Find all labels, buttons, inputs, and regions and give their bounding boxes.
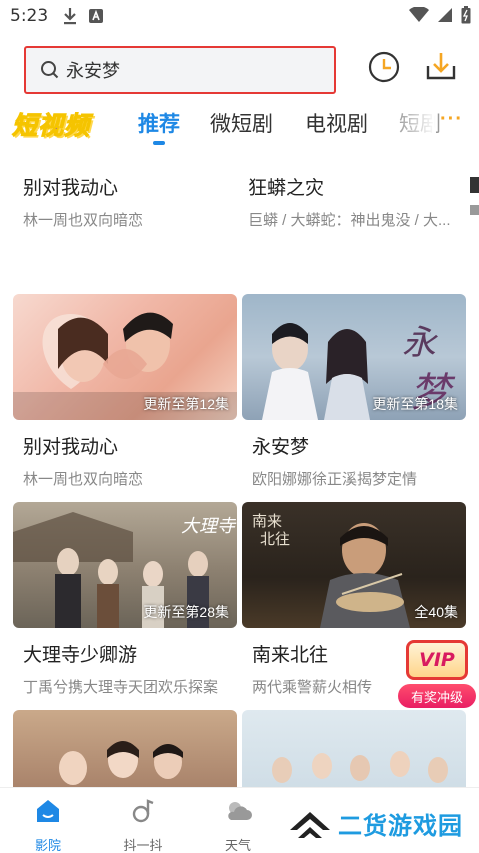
search-query: 永安梦 [66, 61, 120, 81]
nav-label: 抖一抖 [123, 838, 163, 853]
search-input[interactable]: 永安梦 [24, 46, 336, 94]
battery-icon [461, 6, 471, 29]
vip-promo[interactable]: VIP 有奖冲级 [398, 640, 476, 710]
watermark: 二货游戏园 [288, 806, 463, 841]
item-title: 别对我动心 [23, 178, 119, 199]
music-note-icon [132, 799, 154, 823]
video-thumbnail[interactable]: 南来 北往 全40集 [242, 502, 466, 628]
list-item[interactable]: 别对我动心 林一周也双向暗恋 [23, 173, 143, 230]
weather-cloud-icon [228, 802, 252, 820]
nav-label: 天气 [224, 838, 251, 853]
short-video-logo[interactable]: 短视频 [11, 106, 90, 142]
video-title: 永安梦 [252, 437, 310, 458]
watermark-text: 二货游戏园 [338, 813, 463, 840]
video-title: 别对我动心 [23, 437, 119, 458]
app-notification-icon [88, 8, 104, 24]
svg-text:大理寺: 大理寺 [181, 516, 237, 537]
video-thumbnail[interactable]: 大理寺 更新至第28集 [13, 502, 237, 628]
episode-badge: 更新至第28集 [143, 604, 229, 620]
nav-cinema[interactable]: 影院 [18, 796, 78, 853]
episode-badge: 更新至第12集 [143, 396, 229, 412]
svg-text:北往: 北往 [260, 530, 290, 548]
video-card[interactable]: 大理寺 更新至第28集 大理寺少卿游 丁禹兮携大理寺天团欢乐探案 [13, 502, 237, 697]
vip-badge: VIP [406, 640, 468, 680]
video-subtitle: 林一周也双向暗恋 [23, 471, 144, 488]
top-toolbar: 永安梦 [0, 46, 479, 96]
item-title: 狂蟒之灾 [248, 178, 325, 199]
svg-text:南来: 南来 [252, 512, 282, 530]
category-tabs: 短视频 推荐 微短剧 电视剧 短剧 ··· [0, 100, 479, 148]
episode-badge: 全40集 [414, 604, 458, 620]
signal-icon [437, 7, 453, 28]
wifi-icon [409, 6, 429, 28]
item-subtitle: 巨蟒 / 大蟒蛇：神出鬼没 / 大... [248, 212, 451, 229]
status-bar: 5:23 [0, 0, 479, 32]
tab-recommend[interactable]: 推荐 [138, 108, 180, 138]
item-subtitle: 林一周也双向暗恋 [23, 212, 144, 229]
history-clock-icon[interactable] [367, 50, 401, 84]
tab-tv-series[interactable]: 电视剧 [305, 108, 368, 138]
search-icon [41, 61, 59, 79]
home-icon [37, 800, 59, 822]
video-thumbnail[interactable]: 永 梦 更新至第18集 [242, 294, 466, 420]
download-notification-icon [62, 7, 78, 25]
download-icon[interactable] [423, 48, 459, 84]
vip-upgrade-button[interactable]: 有奖冲级 [398, 684, 476, 708]
video-thumbnail[interactable] [242, 710, 466, 790]
tabs-fade [396, 100, 436, 148]
video-thumbnail[interactable] [13, 710, 237, 790]
video-title: 大理寺少卿游 [23, 645, 138, 666]
nav-weather[interactable]: 天气 [208, 796, 268, 853]
video-card[interactable]: 更新至第12集 别对我动心 林一周也双向暗恋 [13, 294, 237, 489]
video-card[interactable]: 永 梦 更新至第18集 永安梦 欧阳娜娜徐正溪揭梦定情 [242, 294, 466, 489]
list-item[interactable]: 狂蟒之灾 巨蟒 / 大蟒蛇：神出鬼没 / 大... [248, 173, 458, 230]
more-tabs-icon[interactable]: ··· [440, 108, 463, 131]
tab-active-indicator [153, 141, 165, 145]
status-time: 5:23 [10, 6, 49, 26]
video-subtitle: 丁禹兮携大理寺天团欢乐探案 [23, 679, 219, 696]
watermark-logo-icon [290, 811, 330, 838]
svg-text:永: 永 [402, 323, 438, 363]
episode-badge: 更新至第18集 [372, 396, 458, 412]
video-thumbnail[interactable]: 更新至第12集 [13, 294, 237, 420]
next-item-peek [470, 173, 479, 223]
nav-shake[interactable]: 抖一抖 [113, 796, 173, 853]
nav-label: 影院 [34, 838, 61, 853]
video-subtitle: 欧阳娜娜徐正溪揭梦定情 [252, 471, 418, 488]
tab-micro-drama[interactable]: 微短剧 [210, 108, 273, 138]
